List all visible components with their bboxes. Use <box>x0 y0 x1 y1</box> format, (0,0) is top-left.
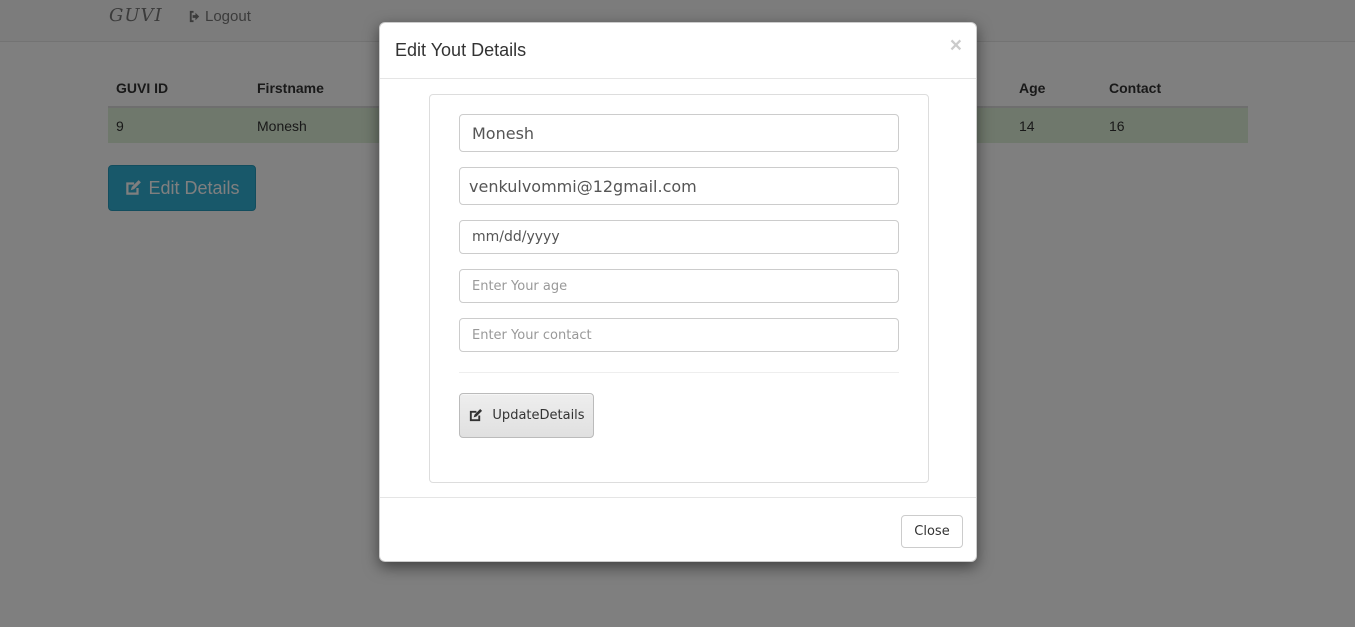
email-input[interactable] <box>469 176 886 196</box>
form-divider <box>459 372 899 373</box>
modal-header: Edit Yout Details × <box>380 23 976 79</box>
firstname-field[interactable] <box>459 114 899 152</box>
date-field[interactable]: mm/dd/yyyy <box>459 220 899 254</box>
update-details-label: UpdateDetails <box>492 408 585 423</box>
email-field[interactable] <box>459 167 899 205</box>
modal-footer-divider <box>380 497 976 498</box>
age-field[interactable] <box>459 269 899 303</box>
contact-input[interactable] <box>472 327 886 343</box>
age-input[interactable] <box>472 278 886 294</box>
edit-icon <box>470 408 483 422</box>
modal-title: Edit Yout Details <box>395 40 527 60</box>
date-placeholder: mm/dd/yyyy <box>472 229 560 245</box>
firstname-input[interactable] <box>472 123 886 143</box>
close-button[interactable]: Close <box>901 515 963 548</box>
update-details-button[interactable]: UpdateDetails <box>459 393 594 438</box>
close-icon[interactable]: × <box>950 35 962 56</box>
contact-field[interactable] <box>459 318 899 352</box>
edit-details-modal: Edit Yout Details × mm/dd/yyyy UpdateDet… <box>379 22 977 562</box>
form-panel: mm/dd/yyyy UpdateDetails <box>429 94 929 483</box>
